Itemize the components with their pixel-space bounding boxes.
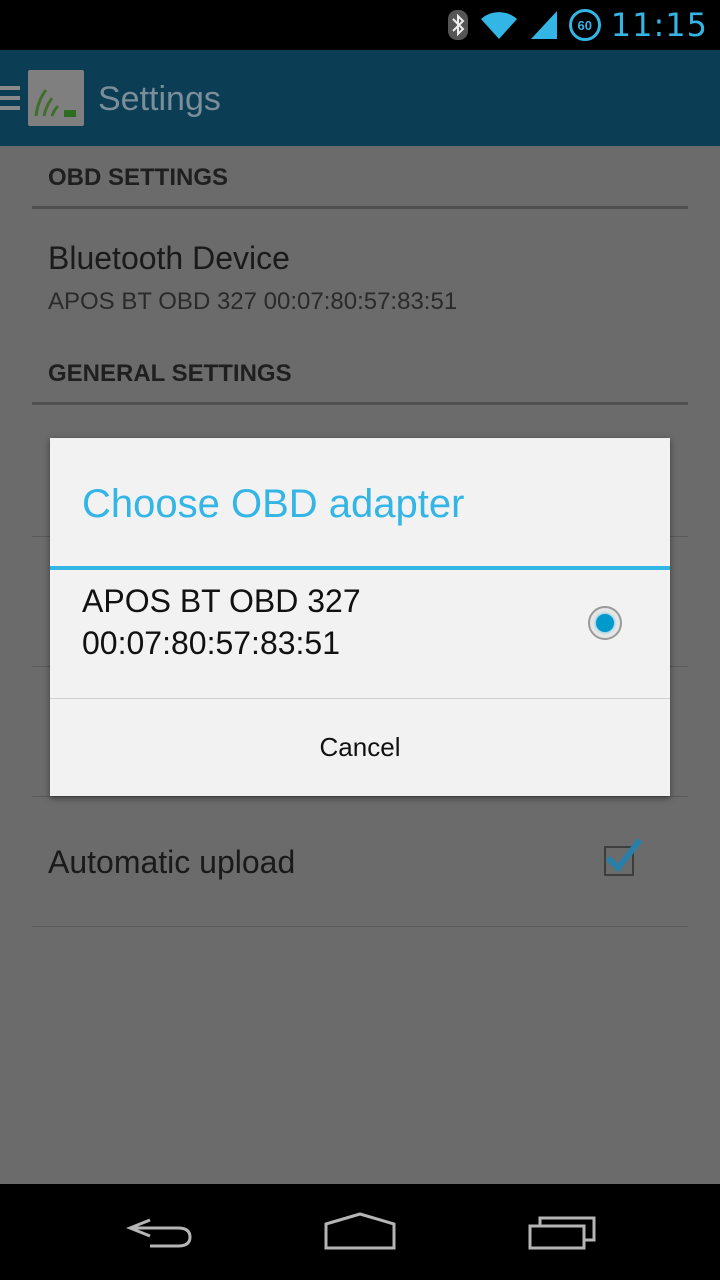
adapter-radio-button[interactable] xyxy=(588,606,622,640)
automatic-upload-title: Automatic upload xyxy=(48,844,296,880)
automatic-upload-checkbox[interactable] xyxy=(604,838,643,876)
wifi-icon xyxy=(480,12,517,39)
navigation-bar xyxy=(0,1184,720,1280)
general-settings-header: GENERAL SETTINGS xyxy=(48,360,292,387)
clock: 11:15 xyxy=(610,6,708,44)
divider xyxy=(32,926,688,927)
divider xyxy=(32,402,688,405)
adapter-option-label: APOS BT OBD 327 00:07:80:57:83:51 xyxy=(82,583,361,661)
back-icon[interactable] xyxy=(120,1204,200,1260)
adapter-option[interactable]: APOS BT OBD 327 00:07:80:57:83:51 xyxy=(50,570,670,698)
action-bar: Settings xyxy=(0,50,720,146)
divider xyxy=(32,796,688,797)
menu-icon[interactable] xyxy=(0,86,20,110)
bluetooth-icon xyxy=(447,10,468,40)
cell-signal-icon xyxy=(530,11,557,39)
divider xyxy=(32,206,688,209)
cancel-button[interactable]: Cancel xyxy=(50,699,670,796)
home-icon[interactable] xyxy=(320,1204,400,1260)
bluetooth-device-value: APOS BT OBD 327 00:07:80:57:83:51 xyxy=(48,288,458,315)
obd-settings-header: OBD SETTINGS xyxy=(48,164,229,191)
page-title: Settings xyxy=(98,80,221,118)
battery-badge: 60 xyxy=(577,17,593,33)
dialog-title: Choose OBD adapter xyxy=(82,482,465,526)
check-icon xyxy=(605,838,643,873)
status-bar: 60 11:15 xyxy=(0,0,720,50)
choose-adapter-dialog: Choose OBD adapter APOS BT OBD 327 00:07… xyxy=(50,438,670,796)
recents-icon[interactable] xyxy=(520,1204,600,1260)
bluetooth-device-title: Bluetooth Device xyxy=(48,240,290,276)
app-logo-icon[interactable] xyxy=(28,70,84,126)
battery-icon: 60 xyxy=(568,9,601,41)
